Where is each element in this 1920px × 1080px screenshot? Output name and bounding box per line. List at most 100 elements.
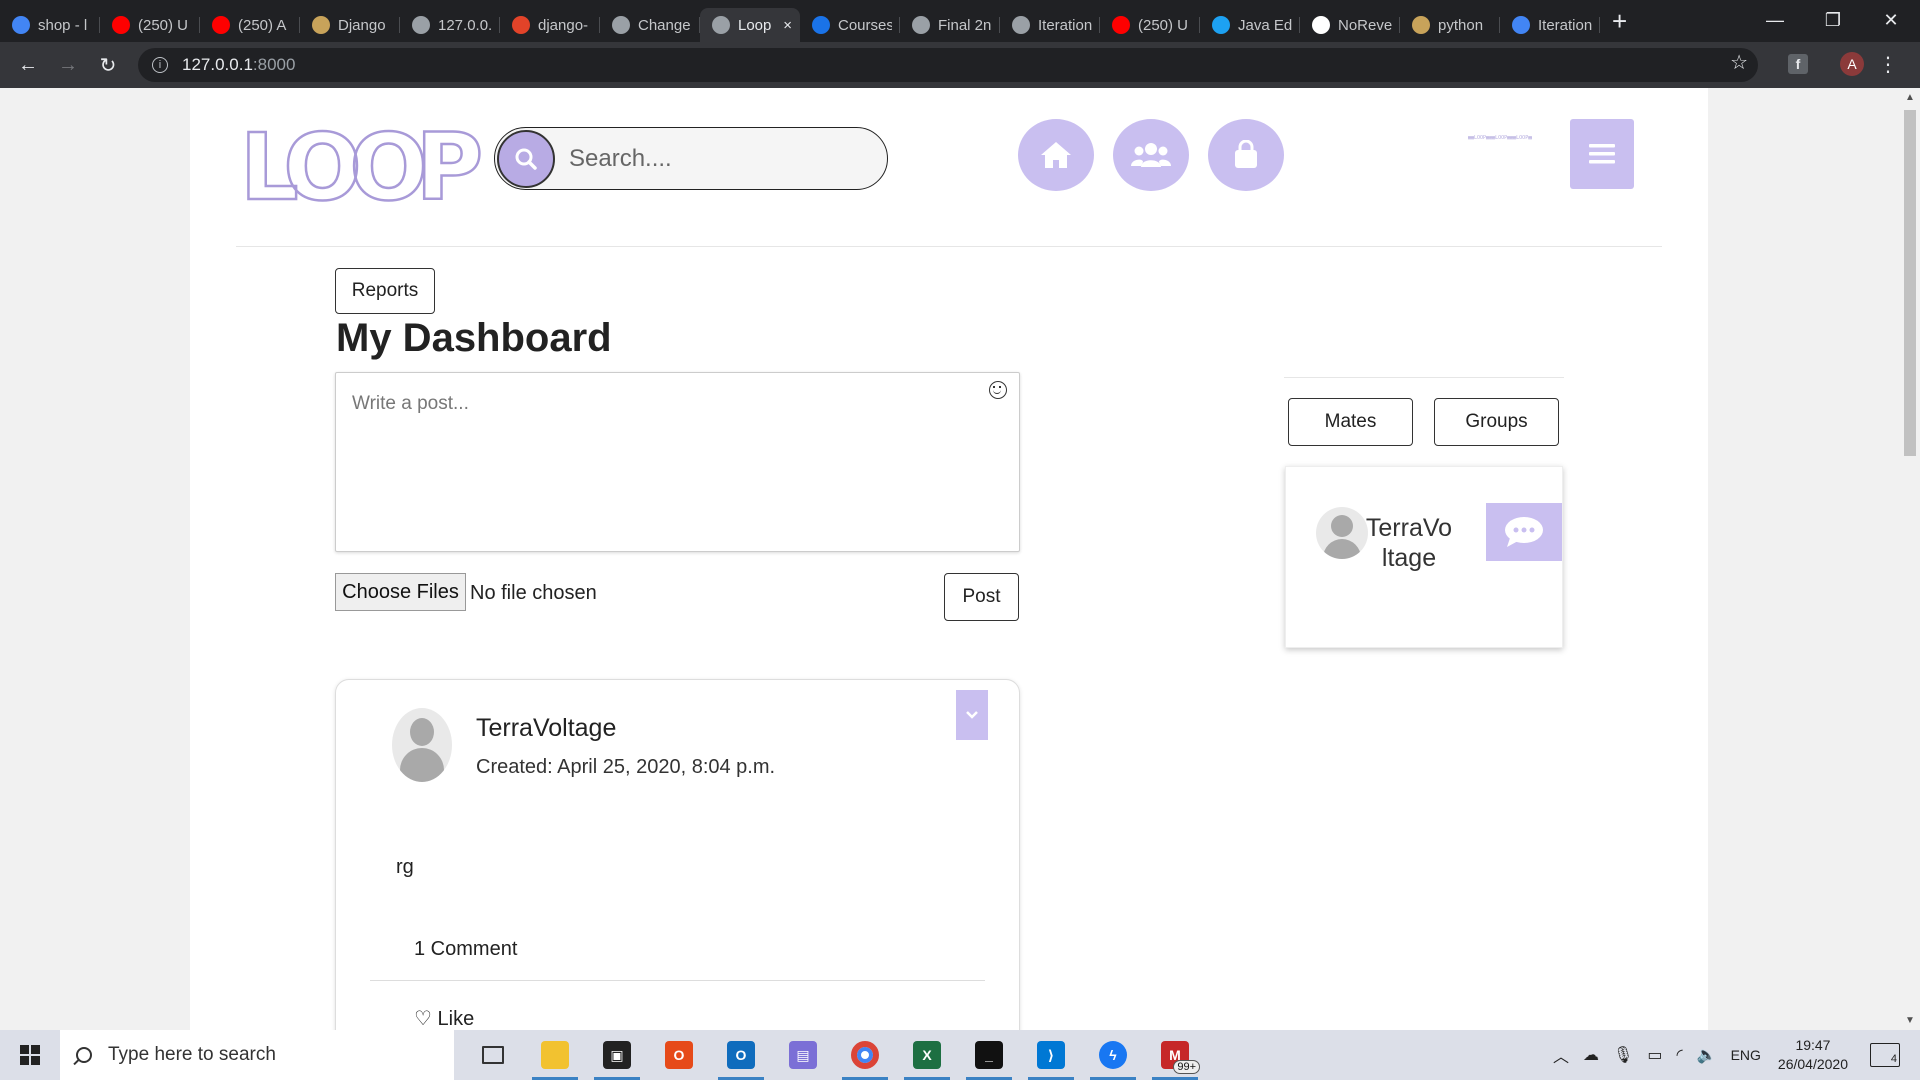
language-indicator[interactable]: ENG (1731, 1047, 1761, 1063)
battery-icon[interactable]: ▭ (1647, 1045, 1662, 1065)
mate-name[interactable]: TerraVoltage (1364, 513, 1454, 573)
notification-center-icon[interactable]: 4 (1870, 1043, 1900, 1067)
url-port: :8000 (252, 55, 296, 74)
mail-badge: 99+ (1173, 1060, 1200, 1074)
post-divider (370, 980, 985, 981)
clock-time: 19:47 (1795, 1037, 1831, 1053)
chrome-icon[interactable] (834, 1030, 896, 1080)
browser-tab-label: python (1438, 16, 1484, 34)
mail-badge-icon[interactable]: M 99+ (1144, 1030, 1206, 1080)
browser-tab-label: Final 2n (938, 16, 992, 34)
site-info-icon[interactable]: i (152, 57, 168, 73)
search-icon[interactable] (497, 129, 555, 188)
minimize-icon[interactable]: — (1746, 0, 1804, 40)
browser-tab[interactable]: (250) U (1100, 8, 1200, 42)
browser-tab[interactable]: Iteration (1000, 8, 1100, 42)
youtube-favicon-icon (212, 16, 230, 34)
clock[interactable]: 19:47 26/04/2020 (1778, 1036, 1848, 1074)
photos-icon[interactable]: ▤ (772, 1030, 834, 1080)
home-button[interactable] (1018, 119, 1094, 191)
shop-button[interactable] (1208, 119, 1284, 191)
extension-icon[interactable]: f (1788, 54, 1808, 74)
post-composer (335, 372, 1020, 552)
scroll-down-icon[interactable]: ▼ (1905, 1015, 1915, 1026)
restore-icon[interactable]: ❐ (1804, 0, 1862, 40)
store-icon[interactable]: ▣ (586, 1030, 648, 1080)
browser-tab[interactable]: (250) U (100, 8, 200, 42)
chevron-up-icon[interactable]: ︿ (1553, 1043, 1569, 1067)
back-icon[interactable]: ← (8, 54, 48, 77)
post-date: Created: April 25, 2020, 8:04 p.m. (476, 756, 776, 778)
wifi-icon[interactable]: ◜ (1676, 1045, 1682, 1065)
browser-tab[interactable]: Change (600, 8, 700, 42)
mates-button[interactable]: Mates (1288, 398, 1413, 446)
system-tray: ︿ ☁ 🎙 ▭ ◜ 🔈 ENG 19:47 26/04/2020 4 (1546, 1030, 1920, 1080)
like-button[interactable]: ♡ Like (414, 1006, 474, 1030)
microphone-icon[interactable]: 🎙 (1613, 1045, 1633, 1065)
forward-icon[interactable]: → (48, 54, 88, 77)
menu-button[interactable] (1570, 119, 1634, 189)
browser-tab[interactable]: (250) A (200, 8, 300, 42)
task-view-icon[interactable] (462, 1030, 524, 1080)
office-icon[interactable]: O (648, 1030, 710, 1080)
post-author[interactable]: TerraVoltage (476, 714, 616, 743)
windows-start-icon[interactable] (0, 1030, 60, 1080)
outlook-icon[interactable]: O (710, 1030, 772, 1080)
browser-tab-label: Django (338, 16, 386, 34)
url-bar[interactable]: i 127.0.0.1:8000 (138, 48, 1758, 82)
choose-files-button[interactable]: Choose Files (335, 573, 466, 611)
browser-tab[interactable]: python (1400, 8, 1500, 42)
scroll-up-icon[interactable]: ▲ (1905, 92, 1915, 103)
site-logo[interactable]: LOOP (239, 120, 485, 215)
browser-tab[interactable]: Loop × (700, 8, 800, 42)
like-label: Like (437, 1008, 475, 1030)
avatar (392, 708, 452, 782)
post-button[interactable]: Post (944, 573, 1019, 621)
browser-menu-icon[interactable]: ⋮ (1878, 52, 1898, 77)
groups-button[interactable]: Groups (1434, 398, 1559, 446)
browser-tab[interactable]: Courses (800, 8, 900, 42)
post-textarea[interactable] (336, 373, 1019, 551)
browser-tab[interactable]: Java Edi (1200, 8, 1300, 42)
file-status: No file chosen (470, 582, 597, 604)
globe-favicon-icon (712, 16, 730, 34)
globe-favicon-icon (912, 16, 930, 34)
file-explorer-icon[interactable] (524, 1030, 586, 1080)
hamburger-icon (1589, 144, 1615, 164)
comments-link[interactable]: 1 Comment (414, 938, 517, 961)
messenger-icon[interactable]: ϟ (1082, 1030, 1144, 1080)
close-window-icon[interactable]: ✕ (1862, 0, 1920, 40)
post-card: TerraVoltage Created: April 25, 2020, 8:… (335, 679, 1020, 1030)
vscode-icon[interactable]: ⟩ (1020, 1030, 1082, 1080)
post-options-button[interactable] (956, 690, 988, 740)
reports-button[interactable]: Reports (335, 268, 435, 314)
browser-tab[interactable]: Final 2n (900, 8, 1000, 42)
scroll-thumb[interactable] (1904, 110, 1916, 456)
reload-icon[interactable]: ↻ (88, 53, 128, 78)
taskbar-search-placeholder: Type here to search (108, 1044, 276, 1065)
browser-tab[interactable]: NoReve (1300, 8, 1400, 42)
browser-tab[interactable]: Django (300, 8, 400, 42)
search-input[interactable] (569, 144, 869, 173)
friends-button[interactable] (1113, 119, 1189, 191)
site-search (494, 127, 888, 190)
browser-tab-label: (250) U (1138, 16, 1189, 34)
browser-tab[interactable]: django- (500, 8, 600, 42)
notification-count: 4 (1890, 1053, 1897, 1065)
volume-icon[interactable]: 🔈 (1697, 1045, 1717, 1065)
bookmark-star-icon[interactable]: ☆ (1730, 50, 1748, 75)
browser-tab[interactable]: Iteration (1500, 8, 1600, 42)
terminal-icon[interactable]: _ (958, 1030, 1020, 1080)
emoji-icon[interactable] (989, 381, 1007, 399)
chat-button[interactable] (1486, 503, 1562, 561)
close-tab-icon[interactable]: × (783, 17, 792, 34)
onedrive-icon[interactable]: ☁ (1583, 1045, 1599, 1065)
browser-tab[interactable]: 127.0.0. (400, 8, 500, 42)
home-icon (1041, 142, 1071, 168)
excel-icon[interactable]: X (896, 1030, 958, 1080)
browser-tab[interactable]: shop - l (0, 8, 100, 42)
page-scrollbar[interactable]: ▲ ▼ (1900, 88, 1920, 1030)
taskbar-search[interactable]: Type here to search (60, 1030, 454, 1080)
profile-avatar[interactable]: A (1840, 52, 1864, 76)
new-tab-button[interactable]: + (1612, 8, 1627, 34)
